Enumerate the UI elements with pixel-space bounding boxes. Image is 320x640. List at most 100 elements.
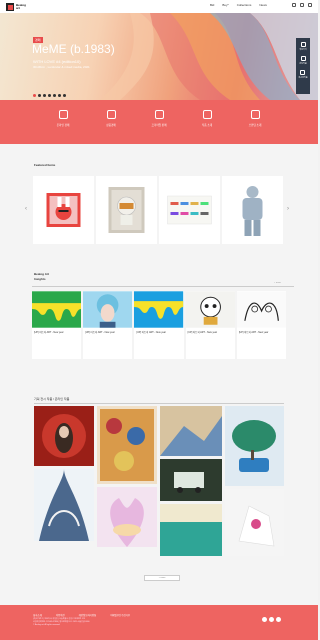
footer-link[interactable]: 개인정보처리방침 — [79, 613, 97, 617]
side-top-button[interactable]: 위로가기 — [299, 42, 307, 51]
artwork-astronaut — [108, 187, 145, 233]
artwork-bunny — [46, 193, 81, 227]
insight-card[interactable]: [UP] 아트웍 ART - New year — [134, 291, 184, 359]
side-recent-button[interactable]: 최근본작품 — [298, 70, 308, 79]
hero-dot[interactable] — [43, 94, 46, 97]
gallery-item[interactable] — [34, 469, 94, 541]
featured-item[interactable] — [33, 176, 94, 244]
footer-link[interactable]: 이용약관 — [56, 613, 65, 617]
insight-image — [134, 291, 184, 328]
insights-title-line1: Bealog Art — [34, 272, 50, 276]
featured-item[interactable] — [96, 176, 157, 244]
services-bar: 온라인 경매 상품경매 프리미엄 판매 작품 소개 브랜딩 소개 — [0, 100, 318, 144]
side-label: 관심작품 — [299, 63, 307, 65]
service-branding[interactable]: 브랜딩 소개 — [240, 110, 270, 144]
logo-text-2: art — [16, 5, 20, 10]
insights-title-line2: Insights — [34, 277, 46, 281]
insight-image — [236, 291, 287, 328]
instagram-icon[interactable] — [262, 617, 267, 622]
service-label: 브랜딩 소개 — [248, 124, 262, 127]
hero-dot[interactable] — [63, 94, 66, 97]
gallery-item[interactable] — [160, 406, 222, 456]
portrait-art — [83, 291, 133, 328]
nav-collections[interactable]: Collections — [237, 3, 252, 7]
service-artwork-intro[interactable]: 작품 소개 — [192, 110, 222, 144]
nav-news[interactable]: News — [259, 3, 267, 7]
service-premium-sale[interactable]: 프리미엄 판매 — [144, 110, 174, 144]
footer-link[interactable]: 회사소개 — [33, 613, 42, 617]
hero-artwork — [100, 13, 318, 100]
gallery-item[interactable] — [34, 406, 94, 466]
hero-dot[interactable] — [53, 94, 56, 97]
insight-card[interactable]: [UP] 아트웍 ART - New year — [185, 291, 235, 359]
insight-card[interactable]: [UP] 아트웍 ART - New year — [83, 291, 133, 359]
frame-icon — [202, 110, 212, 119]
hero-description: 30x30cm , Lenticular & mixed media, 2021 — [33, 65, 90, 69]
gallery-grid — [34, 406, 284, 556]
gallery-more-button[interactable]: + more — [144, 575, 180, 581]
footer-info: (주)비아로그 | 대표이사: 홍길동 | 서울특별시 강남구 테헤란로 123… — [33, 618, 233, 627]
insight-image — [83, 291, 133, 328]
featured-carousel — [33, 176, 283, 244]
featured-item[interactable] — [159, 176, 220, 244]
hero-dot[interactable] — [58, 94, 61, 97]
hero-dot[interactable] — [48, 94, 51, 97]
clock-icon — [300, 70, 306, 75]
carousel-next-icon[interactable]: › — [287, 206, 289, 212]
service-online-auction[interactable]: 온라인 경매 — [48, 110, 78, 144]
side-favorites-button[interactable]: 관심작품 — [299, 56, 307, 65]
side-label: 위로가기 — [299, 49, 307, 51]
page: Bealog art Bid Buy* Collections News 경매 … — [0, 0, 318, 640]
insight-title: [UP] 아트웍 ART - New year — [238, 331, 269, 334]
service-product-auction[interactable]: 상품경매 — [96, 110, 126, 144]
logo-mark — [6, 2, 14, 11]
document-icon — [250, 110, 260, 119]
gallery-item[interactable] — [160, 504, 222, 556]
hero-dot[interactable] — [38, 94, 41, 97]
insight-image — [185, 291, 235, 328]
heart-icon[interactable] — [300, 3, 304, 7]
image-icon — [106, 110, 116, 119]
footer-link[interactable]: 이메일무단수집거부 — [110, 613, 130, 617]
divider — [34, 403, 284, 404]
service-label: 작품 소개 — [201, 124, 213, 127]
gallery-item[interactable] — [225, 489, 284, 556]
doodle-art — [236, 291, 287, 328]
insight-title: [UP] 아트웍 ART - New year — [187, 331, 218, 334]
gallery-item[interactable] — [160, 459, 222, 501]
gallery-title: 기획 전시 작품 / 온라인 작품 — [34, 397, 70, 401]
header-icons — [292, 3, 312, 7]
user-icon[interactable] — [292, 3, 296, 7]
insight-card[interactable]: [UP] 아트웍 ART - New year — [236, 291, 287, 359]
featured-item[interactable] — [222, 176, 283, 244]
carousel-prev-icon[interactable]: ‹ — [25, 206, 27, 212]
service-label: 프리미엄 판매 — [151, 124, 167, 127]
gallery-item[interactable] — [225, 406, 284, 486]
youtube-icon[interactable] — [276, 617, 281, 622]
hero-banner[interactable]: 경매 MeME (b.1983) WITH LOVE #4 (edition10… — [0, 13, 318, 100]
tag-icon — [154, 110, 164, 119]
facebook-icon[interactable] — [269, 617, 274, 622]
hero-subtitle: WITH LOVE #4 (edition10) — [33, 59, 81, 64]
divider — [32, 286, 294, 287]
insight-title: [UP] 아트웍 ART - New year — [85, 331, 115, 334]
insight-image — [32, 291, 82, 328]
hero-dot[interactable] — [33, 94, 36, 97]
hero-title: MeME (b.1983) — [32, 42, 115, 56]
gallery-item[interactable] — [97, 487, 157, 547]
logo[interactable]: Bealog art — [6, 2, 26, 11]
insights-more-link[interactable]: + more — [274, 282, 281, 284]
menu-icon[interactable] — [308, 3, 312, 7]
insight-card[interactable]: [UP] 아트웍 ART - New year — [32, 291, 82, 359]
hero-pagination — [33, 94, 66, 97]
heart-icon — [300, 56, 306, 61]
drip-art — [32, 291, 82, 328]
nav-buy[interactable]: Buy* — [222, 3, 228, 7]
service-label: 상품경매 — [106, 124, 116, 127]
artwork-cars — [167, 195, 212, 225]
gallery-item[interactable] — [97, 406, 157, 484]
footer-social — [262, 617, 281, 622]
quick-side-panel: 위로가기 관심작품 최근본작품 — [296, 38, 310, 94]
gavel-icon — [58, 110, 68, 119]
nav-bid[interactable]: Bid — [210, 3, 214, 7]
